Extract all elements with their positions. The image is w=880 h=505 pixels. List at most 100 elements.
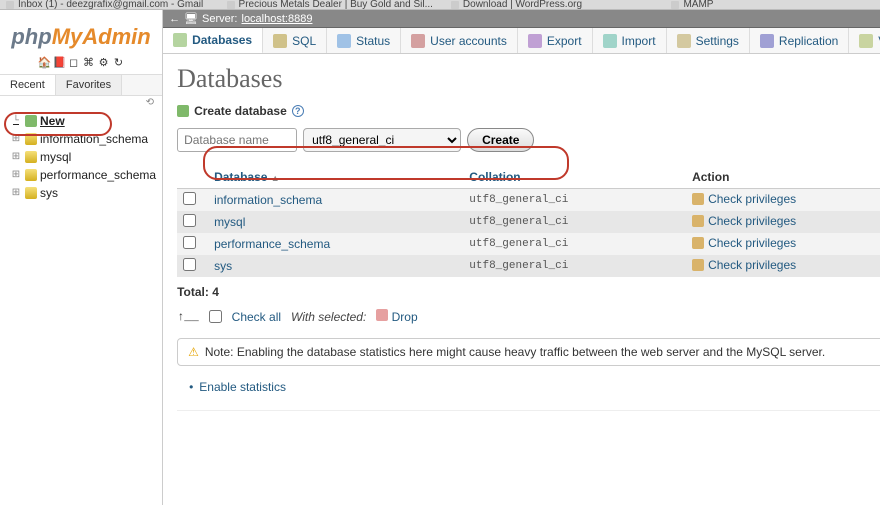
db-icon: [25, 133, 37, 145]
with-selected-label: With selected:: [291, 310, 366, 324]
favicon-wp: [451, 1, 459, 9]
replication-icon: [760, 34, 774, 48]
tree-db-item[interactable]: ⊞ performance_schema: [6, 166, 156, 184]
tree-db-item[interactable]: ⊞ information_schema: [6, 130, 156, 148]
db-link[interactable]: performance_schema: [208, 233, 463, 255]
tab-title: MAMP: [683, 0, 713, 10]
tree-new[interactable]: └ New: [6, 112, 156, 130]
db-tree: └ New ⊞ information_schema ⊞ mysql ⊞ per…: [0, 108, 162, 206]
new-db-icon: [177, 105, 189, 117]
settings-icon: [677, 34, 691, 48]
bullet-icon: •: [189, 380, 193, 394]
collation-select[interactable]: utf8_general_ci: [303, 128, 461, 152]
top-menu: Databases SQL Status User accounts Expor…: [163, 28, 880, 54]
menu-replication[interactable]: Replication: [750, 28, 849, 53]
drop-link[interactable]: Drop: [376, 309, 417, 324]
sort-icon: ▲: [271, 173, 280, 183]
home-icon[interactable]: 🏠: [38, 56, 50, 68]
page-title: Databases: [163, 54, 880, 100]
col-action: Action: [686, 166, 880, 189]
favicon-gmail: [6, 1, 14, 9]
col-collation[interactable]: Collation: [463, 166, 686, 189]
table-row: information_schema utf8_general_ci Check…: [177, 189, 880, 212]
expand-icon[interactable]: ⊞: [10, 169, 22, 181]
enable-statistics: • Enable statistics: [163, 370, 880, 404]
new-db-icon: [25, 115, 37, 127]
tree-db-item[interactable]: ⊞ mysql: [6, 148, 156, 166]
bulk-actions: ↑__ Check all With selected: Drop: [163, 303, 880, 334]
menu-variables[interactable]: Variable: [849, 28, 880, 53]
tree-db-label: sys: [40, 186, 58, 200]
table-row: mysql utf8_general_ci Check privileges: [177, 211, 880, 233]
browser-tab[interactable]: Inbox (1) - deezgrafix@gmail.com - Gmail: [6, 0, 209, 10]
menu-import[interactable]: Import: [593, 28, 667, 53]
browser-tab[interactable]: Download | WordPress.org: [451, 0, 654, 10]
database-icon: [173, 33, 187, 47]
create-button[interactable]: Create: [467, 128, 534, 152]
sidebar: phpMyAdmin 🏠 📕 ◻ ⌘ ⚙ ↻ Recent Favorites …: [0, 10, 163, 505]
table-row: performance_schema utf8_general_ci Check…: [177, 233, 880, 255]
db-collation: utf8_general_ci: [463, 255, 686, 277]
tab-recent[interactable]: Recent: [0, 75, 56, 95]
drop-icon: [376, 309, 388, 321]
logout-icon[interactable]: 📕: [53, 56, 65, 68]
sidebar-tabs: Recent Favorites: [0, 74, 162, 96]
help-icon[interactable]: ?: [292, 105, 304, 117]
row-checkbox[interactable]: [183, 236, 196, 249]
check-privileges-link[interactable]: Check privileges: [692, 214, 796, 228]
check-privileges-link[interactable]: Check privileges: [692, 192, 796, 206]
tab-title: Precious Metals Dealer | Buy Gold and Si…: [239, 0, 433, 10]
enable-statistics-link[interactable]: Enable statistics: [199, 380, 286, 394]
nav-icon[interactable]: ⚙: [98, 56, 110, 68]
expand-icon[interactable]: ⊞: [10, 133, 22, 145]
reload-icon[interactable]: ↻: [113, 56, 125, 68]
check-privileges-link[interactable]: Check privileges: [692, 258, 796, 272]
notice-box: ⚠ Note: Enabling the database statistics…: [177, 338, 880, 366]
row-checkbox[interactable]: [183, 192, 196, 205]
docs-icon[interactable]: ◻: [68, 56, 80, 68]
tab-title: Download | WordPress.org: [463, 0, 582, 10]
favicon-generic: [227, 1, 235, 9]
expand-icon[interactable]: ⊞: [10, 187, 22, 199]
db-link[interactable]: mysql: [208, 211, 463, 233]
query-icon[interactable]: ⌘: [83, 56, 95, 68]
menu-sql[interactable]: SQL: [263, 28, 327, 53]
privileges-icon: [692, 215, 704, 227]
db-icon: [25, 187, 37, 199]
total-row: Total: 4: [163, 281, 880, 303]
tree-db-label: performance_schema: [40, 168, 156, 182]
server-label: Server:: [202, 13, 237, 25]
menu-users[interactable]: User accounts: [401, 28, 518, 53]
tree-db-item[interactable]: ⊞ sys: [6, 184, 156, 202]
row-checkbox[interactable]: [183, 214, 196, 227]
server-icon: 🖥: [184, 12, 198, 25]
menu-settings[interactable]: Settings: [667, 28, 750, 53]
menu-export[interactable]: Export: [518, 28, 593, 53]
menu-databases[interactable]: Databases: [163, 28, 263, 54]
database-name-input[interactable]: [177, 128, 297, 152]
tree-line-icon: └: [10, 116, 22, 127]
tab-favorites[interactable]: Favorites: [56, 75, 122, 95]
browser-tab[interactable]: MAMP: [671, 0, 874, 10]
export-icon: [528, 34, 542, 48]
browser-tab[interactable]: Precious Metals Dealer | Buy Gold and Si…: [227, 0, 433, 10]
table-row: sys utf8_general_ci Check privileges: [177, 255, 880, 277]
tree-new-label: New: [40, 114, 65, 128]
privileges-icon: [692, 259, 704, 271]
db-collation: utf8_general_ci: [463, 233, 686, 255]
collapse-icon[interactable]: ⟲: [0, 96, 162, 108]
row-checkbox[interactable]: [183, 258, 196, 271]
db-link[interactable]: information_schema: [208, 189, 463, 212]
menu-status[interactable]: Status: [327, 28, 401, 53]
expand-icon[interactable]: ⊞: [10, 151, 22, 163]
check-all-checkbox[interactable]: [209, 310, 222, 323]
check-all-link[interactable]: Check all: [232, 310, 281, 324]
database-table: Database ▲ Collation Action information_…: [177, 166, 880, 277]
create-db-label: Create database: [194, 104, 287, 118]
db-icon: [25, 151, 37, 163]
collapse-left-icon[interactable]: ←: [169, 13, 180, 25]
col-database[interactable]: Database ▲: [208, 166, 463, 189]
check-privileges-link[interactable]: Check privileges: [692, 236, 796, 250]
db-link[interactable]: sys: [208, 255, 463, 277]
server-host[interactable]: localhost:8889: [242, 13, 313, 25]
